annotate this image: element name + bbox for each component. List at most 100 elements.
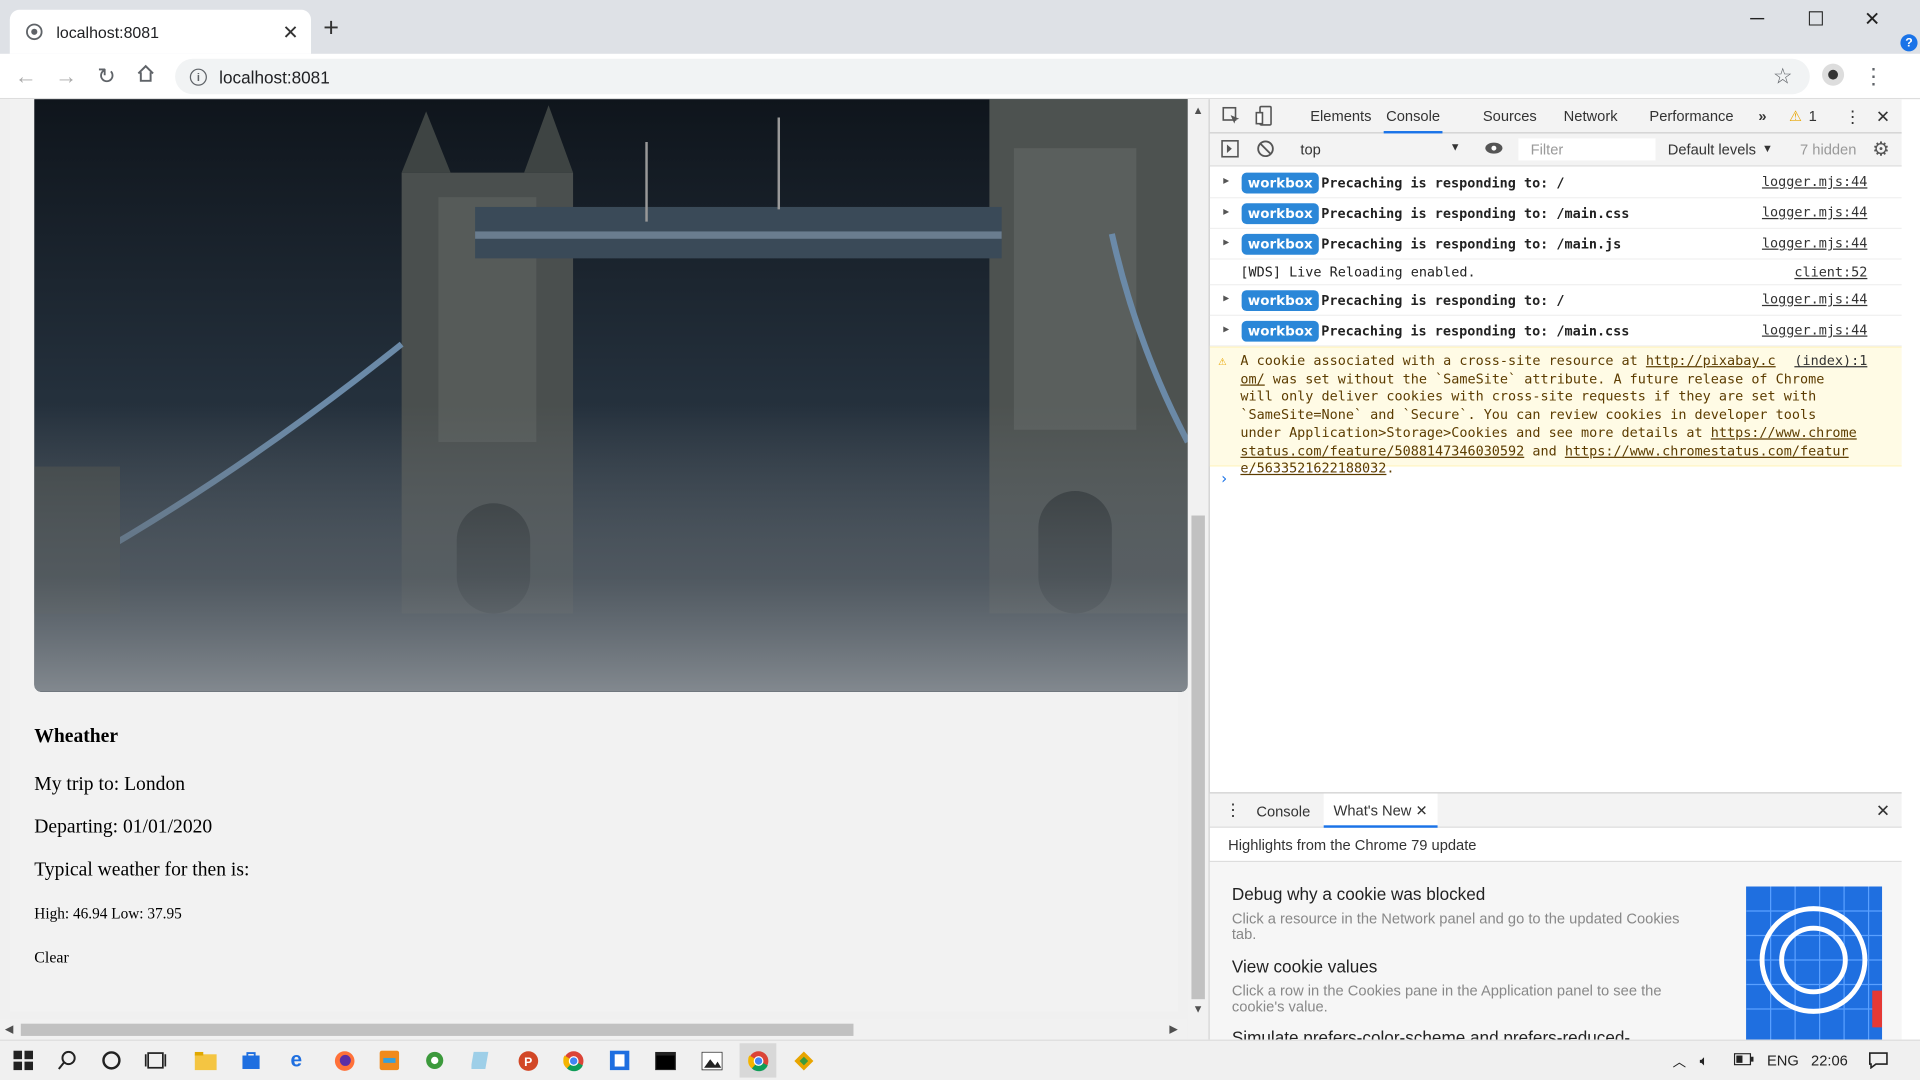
new-tab-button[interactable]: +: [323, 14, 339, 42]
scroll-left-icon[interactable]: ◀: [5, 1022, 13, 1035]
chromestatus-link-1[interactable]: https://www.chrome: [1711, 425, 1857, 441]
warning-count[interactable]: 1: [1809, 99, 1817, 133]
close-window-button[interactable]: ✕: [1844, 0, 1900, 39]
expand-icon[interactable]: ▶: [1223, 323, 1229, 334]
console-log-row[interactable]: ▶ workbox Precaching is responding to: /…: [1209, 198, 1902, 229]
extension-icon[interactable]: [1820, 62, 1847, 93]
bookmark-star-icon[interactable]: ☆: [1773, 64, 1793, 90]
warning-icon[interactable]: ⚠: [1789, 99, 1802, 133]
inspect-element-icon[interactable]: [1222, 106, 1240, 129]
log-source-link[interactable]: logger.mjs:44: [1762, 204, 1867, 220]
device-toolbar-icon[interactable]: [1255, 105, 1273, 129]
scroll-up-icon[interactable]: ▲: [1193, 104, 1204, 116]
powerpoint-icon[interactable]: P: [514, 1048, 541, 1072]
sidebar-toggle-icon[interactable]: [1221, 140, 1239, 162]
chrome-icon[interactable]: [560, 1048, 587, 1072]
context-select[interactable]: top: [1300, 141, 1320, 158]
app-icon-blue-square[interactable]: [606, 1048, 633, 1072]
console-log-row[interactable]: ▶ workbox Precaching is responding to: /…: [1209, 229, 1902, 260]
log-source-link[interactable]: logger.mjs:44: [1762, 174, 1867, 190]
feature-title[interactable]: View cookie values: [1232, 956, 1377, 976]
scroll-down-icon[interactable]: ▼: [1193, 1003, 1204, 1015]
vertical-scroll-thumb[interactable]: [1191, 515, 1205, 1000]
action-center-icon[interactable]: [1869, 1052, 1889, 1073]
app-icon-green[interactable]: [421, 1048, 448, 1072]
cortana-icon[interactable]: [98, 1048, 125, 1072]
chrome-active-icon[interactable]: [739, 1043, 777, 1078]
windows-start-icon[interactable]: [10, 1048, 37, 1072]
horizontal-scroll-thumb[interactable]: [20, 1023, 854, 1036]
devtools-menu-icon[interactable]: ⋮: [1844, 99, 1861, 133]
eye-icon[interactable]: [1484, 140, 1504, 161]
clear-button[interactable]: Clear: [34, 948, 68, 968]
app-icon-orange[interactable]: [376, 1048, 403, 1072]
console-log-row[interactable]: ▶ workbox Precaching is responding to: /…: [1209, 168, 1902, 199]
battery-icon[interactable]: [1733, 1052, 1754, 1069]
address-bar[interactable]: i localhost:8081 ☆: [175, 58, 1810, 95]
drawer-tab-whats-new[interactable]: What's New ✕: [1323, 793, 1438, 828]
log-source-link[interactable]: client:52: [1794, 264, 1867, 280]
task-view-icon[interactable]: [142, 1048, 169, 1072]
file-explorer-icon[interactable]: [192, 1048, 219, 1072]
git-icon[interactable]: [790, 1048, 817, 1072]
photos-icon[interactable]: [698, 1048, 725, 1072]
chromestatus-link-1-cont[interactable]: status.com/feature/5088147346030592: [1240, 443, 1524, 459]
browser-tab[interactable]: localhost:8081 ✕: [9, 9, 312, 54]
terminal-icon[interactable]: [651, 1048, 678, 1072]
tab-console[interactable]: Console: [1383, 99, 1443, 134]
tab-network[interactable]: Network: [1564, 99, 1618, 133]
volume-icon[interactable]: 🔈︎: [1700, 1052, 1709, 1070]
log-levels-dropdown[interactable]: Default levels: [1668, 141, 1756, 158]
drawer-tab-console[interactable]: Console: [1256, 803, 1310, 820]
console-log-row[interactable]: [WDS] Live Reloading enabled. client:52: [1209, 260, 1902, 286]
console-log-row[interactable]: ▶ workbox Precaching is responding to: /…: [1209, 316, 1902, 347]
browser-menu-icon[interactable]: ⋮: [1860, 62, 1887, 89]
pixabay-link[interactable]: http://pixabay.c: [1646, 353, 1776, 369]
tray-chevron-up-icon[interactable]: ︿: [1673, 1052, 1686, 1072]
back-icon[interactable]: ←: [12, 62, 39, 89]
log-source-link[interactable]: logger.mjs:44: [1762, 322, 1867, 338]
page-horizontal-scrollbar[interactable]: ◀ ▶: [0, 1018, 1188, 1040]
app-icon-notes[interactable]: [468, 1048, 495, 1072]
filter-input[interactable]: Filter: [1518, 138, 1656, 161]
help-icon[interactable]: ?: [1900, 34, 1918, 52]
page-vertical-scrollbar[interactable]: ▲ ▼: [1187, 99, 1209, 1040]
tab-performance[interactable]: Performance: [1649, 99, 1733, 133]
console-settings-icon[interactable]: ⚙: [1872, 137, 1890, 161]
close-tab-icon[interactable]: ✕: [282, 21, 298, 45]
drawer-menu-icon[interactable]: ⋮: [1225, 800, 1242, 821]
close-whats-new-icon[interactable]: ✕: [1416, 802, 1428, 819]
pixabay-link-cont[interactable]: om/: [1240, 371, 1264, 387]
store-icon[interactable]: [238, 1048, 265, 1072]
more-tabs-icon[interactable]: »: [1758, 99, 1766, 133]
close-devtools-icon[interactable]: ✕: [1876, 99, 1890, 133]
tab-sources[interactable]: Sources: [1483, 99, 1537, 133]
log-source-link[interactable]: logger.mjs:44: [1762, 291, 1867, 307]
scroll-right-icon[interactable]: ▶: [1169, 1022, 1177, 1035]
info-icon[interactable]: i: [189, 67, 207, 86]
reload-icon[interactable]: ↻: [93, 62, 120, 89]
close-drawer-icon[interactable]: ✕: [1876, 801, 1890, 822]
minimize-button[interactable]: ─: [1729, 0, 1785, 39]
search-icon[interactable]: [54, 1048, 81, 1072]
forward-icon[interactable]: →: [53, 62, 80, 89]
clear-console-icon[interactable]: [1256, 140, 1274, 162]
log-source-link[interactable]: logger.mjs:44: [1762, 235, 1867, 251]
expand-icon[interactable]: ▶: [1223, 206, 1229, 217]
edge-icon[interactable]: e: [283, 1048, 310, 1072]
expand-icon[interactable]: ▶: [1223, 293, 1229, 304]
language-indicator[interactable]: ENG: [1767, 1052, 1799, 1069]
chromestatus-link-2[interactable]: https://www.chromestatus.com/featur: [1565, 443, 1849, 459]
expand-icon[interactable]: ▶: [1223, 175, 1229, 186]
feature-title[interactable]: Debug why a cookie was blocked: [1232, 884, 1485, 904]
home-icon[interactable]: [132, 62, 159, 89]
clock[interactable]: 22:06: [1811, 1052, 1848, 1069]
tab-elements[interactable]: Elements: [1310, 99, 1371, 133]
console-log-row[interactable]: ▶ workbox Precaching is responding to: /…: [1209, 285, 1902, 316]
console-prompt[interactable]: ›: [1210, 467, 1902, 494]
cookie-warning-message[interactable]: ⚠ (index):1 A cookie associated with a c…: [1209, 346, 1902, 477]
maximize-button[interactable]: ☐: [1788, 0, 1844, 39]
expand-icon[interactable]: ▶: [1223, 236, 1229, 247]
firefox-icon[interactable]: [331, 1048, 358, 1072]
warning-source-link[interactable]: (index):1: [1794, 353, 1867, 371]
